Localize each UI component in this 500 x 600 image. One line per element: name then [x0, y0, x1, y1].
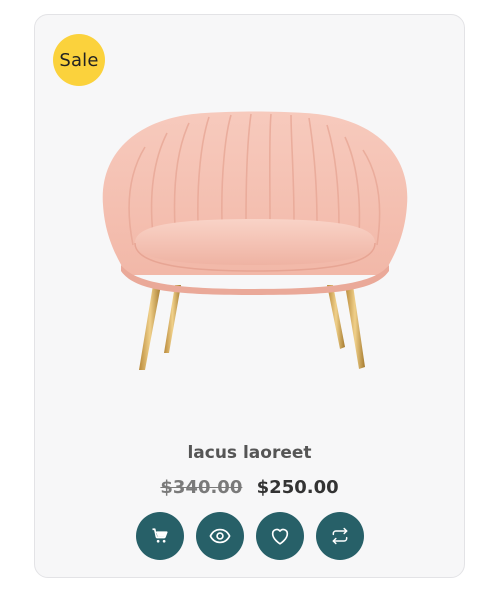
eye-icon	[209, 528, 230, 544]
compare-button[interactable]	[315, 512, 364, 560]
sale-price: $250.00	[256, 477, 339, 498]
heart-icon	[271, 528, 288, 545]
old-price: $340.00	[160, 477, 243, 498]
cart-icon	[152, 528, 168, 543]
price-block: $340.00 $250.00	[35, 477, 464, 498]
sale-badge: Sale	[53, 34, 105, 86]
product-card[interactable]: Sale lacus laoreet $340.00 $250.00	[34, 14, 465, 578]
wishlist-button[interactable]	[255, 512, 304, 560]
product-title[interactable]: lacus laoreet	[35, 443, 464, 463]
product-image[interactable]	[95, 95, 415, 375]
compare-arrows-icon	[332, 527, 347, 545]
action-buttons	[35, 512, 464, 560]
quick-view-button[interactable]	[195, 512, 244, 560]
add-to-cart-button[interactable]	[135, 512, 184, 560]
